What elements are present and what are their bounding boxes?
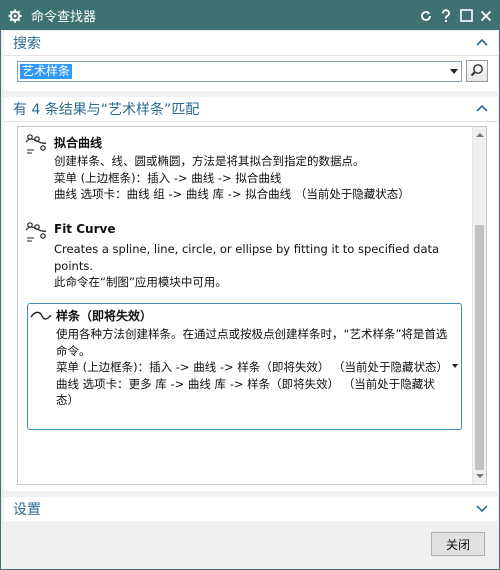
result-line: Creates a spline, line, circle, or ellip… [54, 242, 440, 256]
search-button[interactable] [466, 60, 488, 82]
result-line: 曲线 选项卡：更多 库 -> 曲线 库 -> 样条（即将失效） （当前处于隐藏状… [56, 376, 435, 408]
results-area: 拟合曲线 创建样条、线、圆或椭圆，方法是将其拟合到指定的数据点。 菜单 (上边框… [4, 122, 498, 491]
results-list[interactable]: 拟合曲线 创建样条、线、圆或椭圆，方法是将其拟合到指定的数据点。 菜单 (上边框… [17, 126, 487, 485]
chevron-down-icon[interactable] [450, 69, 458, 74]
settings-section-title: 设置 [13, 502, 41, 518]
result-title: 样条（即将失效） [56, 309, 153, 323]
help-icon[interactable] [437, 6, 455, 26]
result-title: Fit Curve [54, 222, 116, 236]
search-query[interactable]: 艺术样条 [20, 64, 73, 79]
search-input[interactable]: 艺术样条 [17, 61, 462, 82]
result-description: Creates a spline, line, circle, or ellip… [54, 241, 464, 291]
dialog-footer: 关闭 [1, 521, 499, 569]
gear-icon [7, 8, 23, 24]
search-section-header[interactable]: 搜索 [4, 31, 498, 56]
result-line: points. [54, 258, 93, 273]
result-line: 菜单 (上边框条)：插入 -> 曲线 -> 样条（即将失效） （当前处于隐藏状态… [56, 360, 448, 374]
fit-curve-icon [24, 219, 50, 245]
chevron-down-icon[interactable] [474, 500, 490, 516]
results-section-title: 有 4 条结果与“艺术样条”匹配 [13, 102, 200, 118]
result-item[interactable]: Fit Curve Creates a spline, line, circle… [24, 219, 466, 299]
search-section-title: 搜索 [13, 36, 41, 52]
spline-icon [30, 305, 56, 331]
search-panel: 艺术样条 [4, 56, 498, 91]
title-bar[interactable]: 命令查找器 [1, 1, 499, 30]
search-icon [470, 63, 484, 80]
results-section-header[interactable]: 有 4 条结果与“艺术样条”匹配 [4, 97, 498, 122]
result-title: 拟合曲线 [54, 136, 103, 150]
scroll-up-icon[interactable] [476, 133, 484, 137]
selected-result-item[interactable]: 样条（即将失效） 使用各种方法创建样条。在通过点或按极点创建样条时，“艺术样条”… [27, 303, 462, 430]
command-finder-window: 命令查找器 搜索 艺术样条 有 4 条结果与“艺术样条”匹配 拟合曲线 创建样条… [0, 0, 500, 570]
scroll-thumb[interactable] [475, 225, 484, 470]
result-item[interactable]: 拟合曲线 创建样条、线、圆或椭圆，方法是将其拟合到指定的数据点。 菜单 (上边框… [24, 131, 466, 211]
result-line: 创建样条、线、圆或椭圆，方法是将其拟合到指定的数据点。 [54, 154, 365, 168]
maximize-icon[interactable] [457, 6, 475, 26]
chevron-up-icon[interactable] [474, 100, 490, 116]
result-line: 曲线 选项卡：曲线 组 -> 曲线 库 -> 拟合曲线 （当前处于隐藏状态） [54, 187, 410, 201]
window-title: 命令查找器 [31, 10, 97, 25]
chevron-up-icon[interactable] [474, 34, 490, 50]
scroll-down-icon[interactable] [476, 474, 484, 478]
close-button[interactable]: 关闭 [431, 532, 485, 556]
settings-section-header[interactable]: 设置 [4, 497, 498, 522]
fit-curve-icon [24, 131, 50, 157]
result-item[interactable]: 样条（即将失效） 使用各种方法创建样条。在通过点或按极点创建样条时，“艺术样条”… [28, 304, 453, 429]
results-scrollbar[interactable] [472, 127, 486, 484]
result-line: 此命令在“制图”应用模块中可用。 [54, 275, 227, 289]
result-description: 使用各种方法创建样条。在通过点或按极点创建样条时，“艺术样条”将是首选命令。 菜… [56, 326, 449, 409]
result-description: 创建样条、线、圆或椭圆，方法是将其拟合到指定的数据点。 菜单 (上边框条)：插入… [54, 153, 464, 203]
refresh-icon[interactable] [417, 6, 435, 26]
result-line: 菜单 (上边框条)：插入 -> 曲线 -> 拟合曲线 [54, 170, 282, 185]
close-icon[interactable] [477, 6, 495, 26]
result-line: 使用各种方法创建样条。在通过点或按极点创建样条时，“艺术样条”将是首选命令。 [56, 327, 448, 358]
